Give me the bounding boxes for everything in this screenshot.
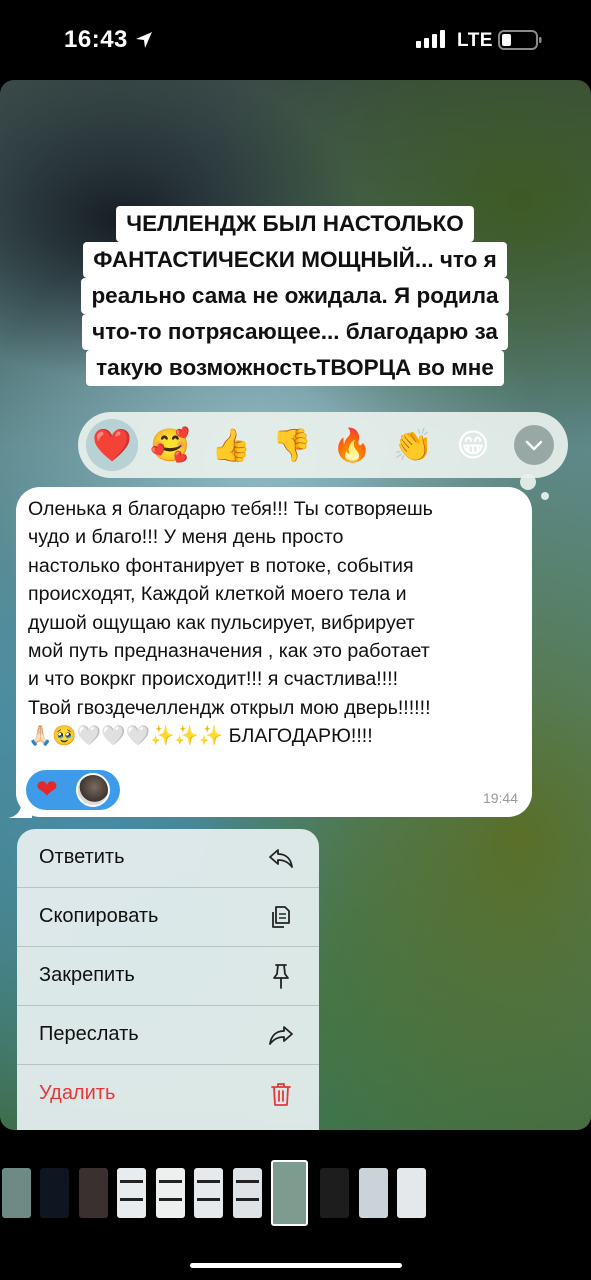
menu-item-reply[interactable]: Ответить	[17, 829, 319, 887]
reaction-bar-tail-dot	[541, 492, 549, 500]
home-indicator[interactable]	[190, 1263, 402, 1268]
trash-icon	[271, 1083, 291, 1106]
menu-item-forward[interactable]: Переслать	[17, 1006, 319, 1064]
menu-item-pin[interactable]: Закрепить	[17, 947, 319, 1005]
chevron-down-icon	[525, 440, 543, 451]
signal-strength-icon	[416, 30, 445, 48]
reaction-fire-button[interactable]: 🔥	[330, 423, 374, 467]
menu-item-copy[interactable]: Скопировать	[17, 888, 319, 946]
story-thumbnail[interactable]	[359, 1168, 388, 1218]
story-thumbnail[interactable]	[320, 1168, 349, 1218]
reply-icon	[269, 849, 293, 868]
story-thumbnail[interactable]	[156, 1168, 185, 1218]
message-reaction-pill[interactable]: ❤	[26, 770, 120, 810]
message-timestamp: 19:44	[482, 790, 518, 806]
status-time: 16:43	[64, 26, 128, 53]
story-thumbnail[interactable]	[194, 1168, 223, 1218]
headline-line: реально сама не ожидала. Я родила	[81, 278, 509, 314]
reaction-bar-tail	[520, 474, 536, 490]
menu-item-label: Скопировать	[39, 905, 159, 927]
menu-item-label: Ответить	[39, 846, 125, 868]
story-thumbnail-strip	[0, 1160, 591, 1226]
reactor-avatar	[76, 773, 110, 807]
reaction-grin-button[interactable]: 😁	[451, 423, 495, 467]
menu-item-delete[interactable]: Удалить	[17, 1065, 319, 1123]
story-background: ЧЕЛЛЕНДЖ БЫЛ НАСТОЛЬКО ФАНТАСТИЧЕСКИ МОЩ…	[0, 80, 591, 1130]
reaction-smiling-hearts-button[interactable]: 🥰	[148, 423, 192, 467]
story-thumbnail-current[interactable]	[271, 1160, 308, 1226]
heart-icon: ❤	[36, 775, 58, 805]
reaction-bar: ❤️ 🥰 👍 👎 🔥 👏 😁	[78, 412, 568, 478]
story-thumbnail[interactable]	[40, 1168, 69, 1218]
story-headline: ЧЕЛЛЕНДЖ БЫЛ НАСТОЛЬКО ФАНТАСТИЧЕСКИ МОЩ…	[30, 206, 560, 386]
menu-item-label: Удалить	[39, 1082, 116, 1104]
story-thumbnail[interactable]	[117, 1168, 146, 1218]
reaction-thumbs-down-button[interactable]: 👎	[270, 423, 314, 467]
reaction-heart-button[interactable]: ❤️	[86, 419, 138, 471]
headline-line: ФАНТАСТИЧЕСКИ МОЩНЫЙ... что я	[83, 242, 507, 278]
story-thumbnail[interactable]	[2, 1168, 31, 1218]
context-menu: Ответить Скопировать Закрепить Переслать	[17, 829, 319, 1130]
reaction-thumbs-up-button[interactable]: 👍	[209, 423, 253, 467]
message-text: Оленька я благодарю тебя!!! Ты сотворяеш…	[28, 498, 433, 748]
location-arrow-icon	[136, 32, 152, 48]
status-bar: 16:43 LTE	[0, 0, 591, 80]
pin-icon	[273, 964, 289, 989]
expand-reactions-button[interactable]	[514, 425, 554, 465]
menu-item-label: Закрепить	[39, 964, 135, 986]
menu-item-label: Переслать	[39, 1023, 139, 1045]
headline-line: что-то потрясающее... благодарю за	[82, 314, 508, 350]
reaction-clap-button[interactable]: 👏	[391, 423, 435, 467]
copy-icon	[272, 906, 290, 928]
headline-line: ЧЕЛЛЕНДЖ БЫЛ НАСТОЛЬКО	[116, 206, 474, 242]
forward-icon	[269, 1026, 293, 1045]
story-thumbnail[interactable]	[233, 1168, 262, 1218]
carrier-label: LTE	[457, 30, 493, 51]
battery-icon	[498, 30, 542, 50]
message-bubble[interactable]: Оленька я благодарю тебя!!! Ты сотворяеш…	[16, 487, 532, 817]
story-thumbnail[interactable]	[79, 1168, 108, 1218]
headline-line: такую возможностьТВОРЦА во мне	[86, 350, 504, 386]
story-thumbnail[interactable]	[397, 1168, 426, 1218]
